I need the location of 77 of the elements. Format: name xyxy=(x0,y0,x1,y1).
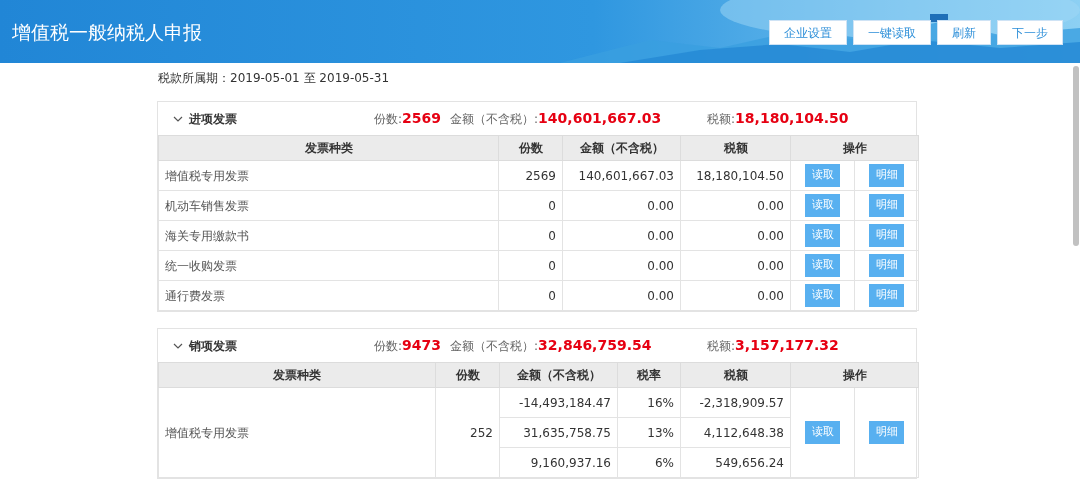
column-header: 份数 xyxy=(455,368,480,382)
header-button[interactable]: 企业设置 xyxy=(769,20,847,45)
table-cell: 0.00 xyxy=(757,288,784,303)
action-button[interactable]: 读取 xyxy=(805,284,840,307)
column-header: 金额（不含税） xyxy=(516,368,601,382)
column-header: 操作 xyxy=(842,141,867,155)
tax-value: 18,180,104.50 xyxy=(735,109,849,128)
page-title: 增值税一般纳税人申报 xyxy=(12,20,202,44)
table-cell: 549,656.24 xyxy=(715,455,784,470)
header-button[interactable]: 下一步 xyxy=(997,20,1063,45)
table-cell: 0.00 xyxy=(647,288,674,303)
tax-period: 税款所属期：2019-05-01 至 2019-05-31 xyxy=(157,70,391,87)
amount-value: 140,601,667.03 xyxy=(538,109,662,128)
action-button[interactable]: 明细 xyxy=(869,164,904,187)
table-cell: 0 xyxy=(548,228,556,243)
column-header: 份数 xyxy=(518,141,543,155)
table-cell: 13% xyxy=(647,425,674,440)
invoice-type: 增值税专用发票 xyxy=(165,425,249,440)
tax-value: 3,157,177.32 xyxy=(735,336,839,355)
table-cell: 252 xyxy=(470,425,493,440)
column-header: 税额 xyxy=(723,368,748,382)
count-label: 份数: xyxy=(374,338,403,355)
count-value: 2569 xyxy=(402,109,442,128)
table-cell: 0.00 xyxy=(757,258,784,273)
amount-value: 32,846,759.54 xyxy=(538,336,652,355)
action-button[interactable]: 读取 xyxy=(805,224,840,247)
table-cell: -2,318,909.57 xyxy=(699,395,784,410)
table-cell: 0.00 xyxy=(647,228,674,243)
table-cell: 4,112,648.38 xyxy=(703,425,784,440)
action-button[interactable]: 明细 xyxy=(869,224,904,247)
column-header: 税额 xyxy=(723,141,748,155)
table-cell: 0 xyxy=(548,198,556,213)
header-button[interactable]: 刷新 xyxy=(937,20,991,45)
tax-label: 税额: xyxy=(707,111,736,128)
table-cell: 0.00 xyxy=(647,198,674,213)
scrollbar[interactable] xyxy=(1073,66,1079,246)
amount-label: 金额（不含税）: xyxy=(450,338,539,355)
action-button[interactable]: 读取 xyxy=(805,194,840,217)
table-cell: 0.00 xyxy=(757,198,784,213)
table-cell: 140,601,667.03 xyxy=(578,168,674,183)
section-title: 销项发票 xyxy=(189,337,238,355)
invoice-type: 海关专用缴款书 xyxy=(165,228,249,243)
invoice-type: 机动车销售发票 xyxy=(165,198,249,213)
action-button[interactable]: 明细 xyxy=(869,284,904,307)
column-header: 税率 xyxy=(637,368,661,382)
invoice-type: 统一收购发票 xyxy=(165,258,237,273)
chevron-icon[interactable] xyxy=(173,342,183,349)
column-header: 金额（不含税） xyxy=(579,141,664,155)
table-cell: 0.00 xyxy=(757,228,784,243)
table-cell: 2569 xyxy=(525,168,556,183)
count-label: 份数: xyxy=(374,111,403,128)
action-button[interactable]: 读取 xyxy=(805,254,840,277)
invoice-type: 通行费发票 xyxy=(165,288,225,303)
amount-label: 金额（不含税）: xyxy=(450,111,539,128)
table-cell: 0 xyxy=(548,258,556,273)
action-button[interactable]: 明细 xyxy=(869,421,904,444)
column-header: 操作 xyxy=(842,368,867,382)
column-header: 发票种类 xyxy=(273,368,321,382)
chevron-icon[interactable] xyxy=(173,115,183,122)
header-button[interactable]: 一键读取 xyxy=(853,20,931,45)
table-cell: 6% xyxy=(654,455,674,470)
action-button[interactable]: 读取 xyxy=(805,164,840,187)
column-header: 发票种类 xyxy=(304,141,353,155)
action-button[interactable]: 明细 xyxy=(869,194,904,217)
table-cell: 0.00 xyxy=(647,258,674,273)
invoice-type: 增值税专用发票 xyxy=(165,168,249,183)
table-cell: 18,180,104.50 xyxy=(696,168,784,183)
table-cell: -14,493,184.47 xyxy=(518,395,611,410)
action-button[interactable]: 明细 xyxy=(869,254,904,277)
action-button[interactable]: 读取 xyxy=(805,421,840,444)
table-cell: 16% xyxy=(647,395,674,410)
tax-label: 税额: xyxy=(707,338,736,355)
table-cell: 31,635,758.75 xyxy=(523,425,611,440)
count-value: 9473 xyxy=(402,336,442,355)
table-cell: 0 xyxy=(548,288,556,303)
table-cell: 9,160,937.16 xyxy=(530,455,611,470)
section-title: 进项发票 xyxy=(189,110,238,128)
